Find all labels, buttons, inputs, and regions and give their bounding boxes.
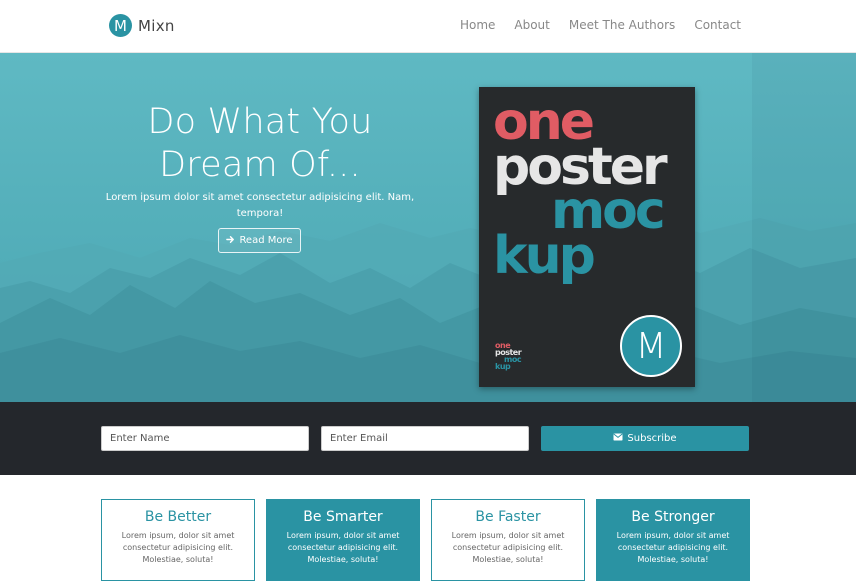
nav-link-about[interactable]: About	[514, 18, 549, 32]
hero-right-band	[752, 53, 856, 402]
brand-logo-icon[interactable]: M	[109, 14, 132, 37]
hero-title-line2: Dream Of...	[159, 145, 361, 185]
nav-link-contact[interactable]: Contact	[694, 18, 741, 32]
poster-mini-kup: kup	[495, 362, 511, 371]
arrow-right-icon	[226, 235, 235, 247]
feature-card-better: Be Better Lorem ipsum, dolor sit amet co…	[101, 499, 255, 581]
feature-card-stronger: Be Stronger Lorem ipsum, dolor sit amet …	[596, 499, 750, 581]
feature-text: Lorem ipsum, dolor sit amet consectetur …	[121, 531, 235, 564]
nav-links: Home About Meet The Authors Contact	[460, 18, 741, 32]
poster-logo-badge: M	[620, 315, 682, 377]
name-input[interactable]	[101, 426, 309, 451]
feature-title: Be Smarter	[303, 509, 383, 525]
feature-card-smarter: Be Smarter Lorem ipsum, dolor sit amet c…	[266, 499, 420, 581]
feature-title: Be Stronger	[631, 509, 715, 525]
feature-text: Lorem ipsum, dolor sit amet consectetur …	[616, 531, 730, 564]
navbar: M Mixn Home About Meet The Authors Conta…	[0, 0, 856, 53]
envelope-icon	[613, 433, 623, 444]
brand-name[interactable]: Mixn	[138, 17, 175, 35]
hero-section: Do What You Dream Of... Lorem ipsum dolo…	[0, 53, 856, 402]
email-input[interactable]	[321, 426, 529, 451]
nav-link-meet-the-authors[interactable]: Meet The Authors	[569, 18, 675, 32]
read-more-button[interactable]: Read More	[218, 228, 301, 253]
poster-image: one poster moc kup one poster moc kup M	[479, 87, 695, 387]
feature-text: Lorem ipsum, dolor sit amet consectetur …	[286, 531, 400, 564]
feature-text: Lorem ipsum, dolor sit amet consectetur …	[451, 531, 565, 564]
read-more-label: Read More	[239, 235, 293, 246]
poster-line-kup: kup	[493, 226, 596, 286]
hero-subtitle: Lorem ipsum dolor sit amet consectetur a…	[105, 192, 415, 219]
feature-title: Be Better	[144, 509, 212, 525]
features-section: Be Better Lorem ipsum, dolor sit amet co…	[0, 475, 856, 585]
hero-title-line1: Do What You	[147, 102, 373, 142]
hero-title: Do What You Dream Of...	[110, 101, 410, 187]
subscribe-bar: Subscribe	[0, 402, 856, 475]
nav-link-home[interactable]: Home	[460, 18, 495, 32]
subscribe-button[interactable]: Subscribe	[541, 426, 749, 451]
feature-card-faster: Be Faster Lorem ipsum, dolor sit amet co…	[431, 499, 585, 581]
brand[interactable]: M Mixn	[109, 14, 175, 37]
subscribe-label: Subscribe	[627, 433, 677, 444]
feature-title: Be Faster	[475, 509, 541, 525]
